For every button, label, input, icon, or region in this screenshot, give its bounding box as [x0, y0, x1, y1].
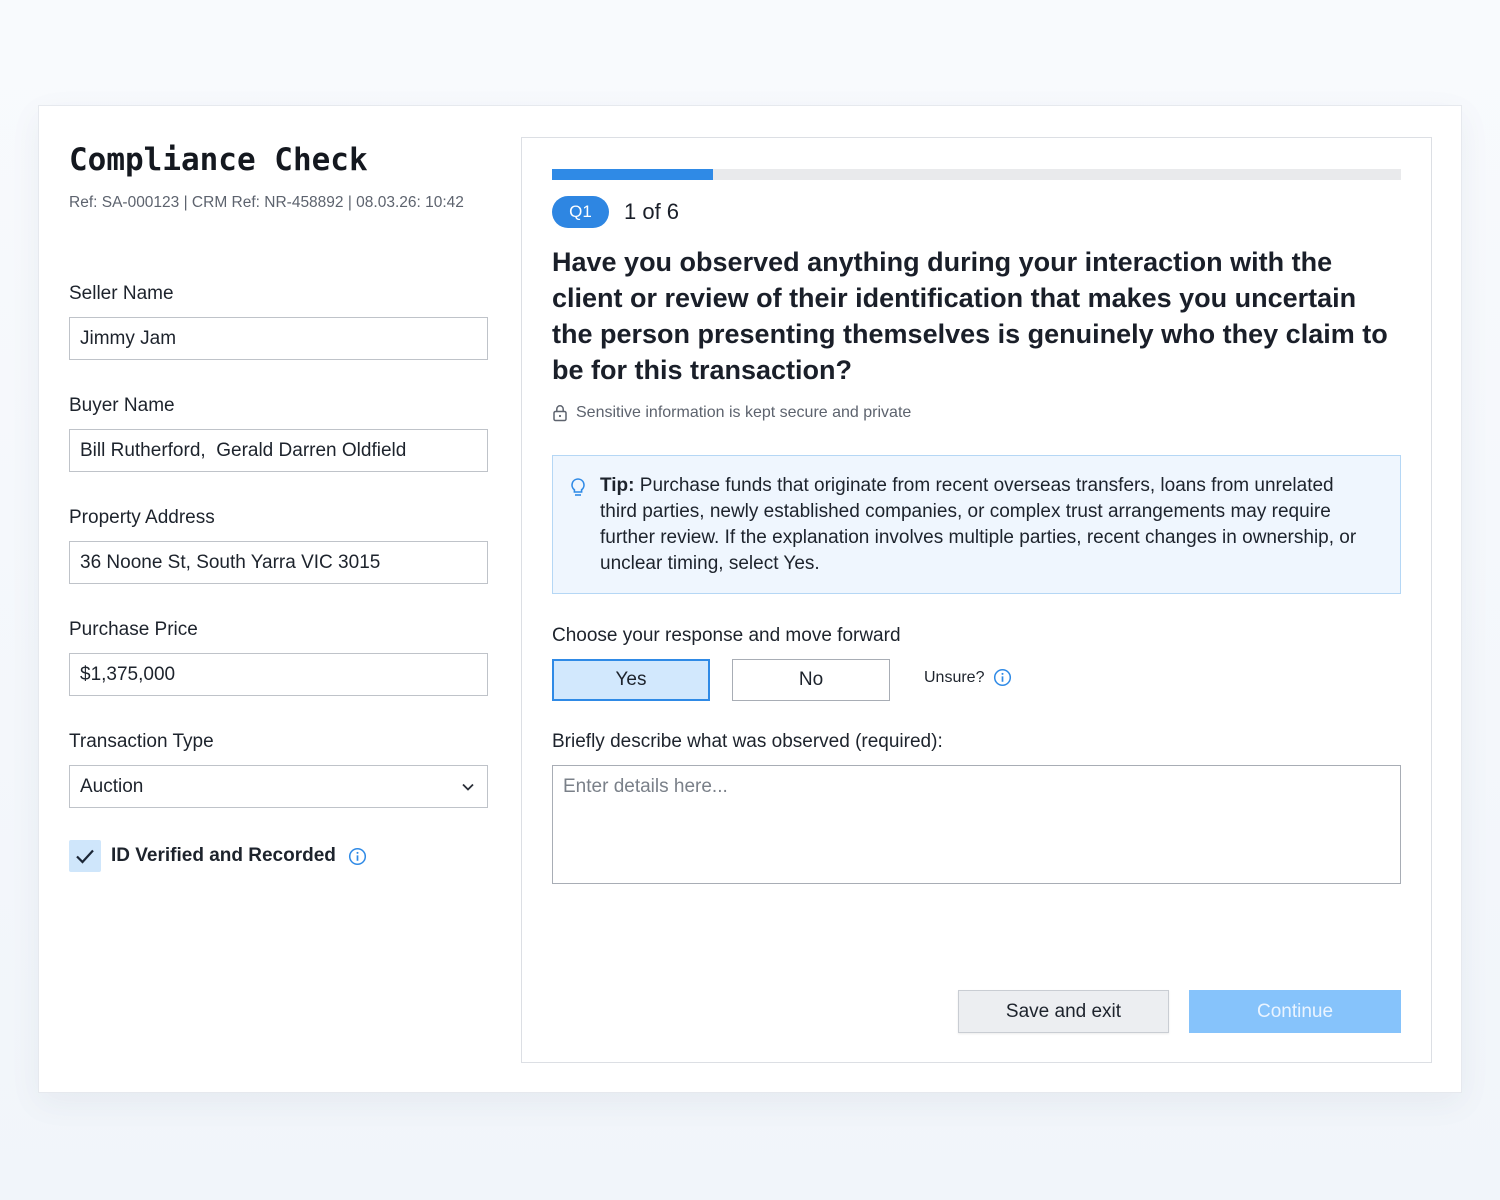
save-and-exit-button[interactable]: Save and exit	[958, 990, 1169, 1033]
tip-text: Purchase funds that originate from recen…	[600, 475, 1357, 574]
buyer-name-field[interactable]: Bill Rutherford, Gerald Darren Oldfield	[69, 429, 488, 472]
seller-name-value: Jimmy Jam	[80, 327, 177, 349]
no-button[interactable]: No	[732, 659, 890, 701]
transaction-type-select[interactable]: Auction	[69, 765, 488, 808]
purchase-price-value: $1,375,000	[80, 663, 176, 685]
id-verified-label: ID Verified and Recorded	[111, 845, 336, 866]
info-icon	[994, 668, 1012, 687]
lock-icon	[553, 405, 567, 422]
transaction-type-label: Transaction Type	[69, 731, 214, 752]
id-verified-row: ID Verified and Recorded	[69, 840, 367, 872]
tip-label: Tip:	[600, 475, 635, 496]
property-address-value: 36 Noone St, South Yarra VIC 3015	[80, 551, 381, 573]
page-title: Compliance Check	[69, 142, 368, 178]
secure-note-text: Sensitive information is kept secure and…	[576, 404, 912, 421]
choose-response-label: Choose your response and move forward	[552, 625, 901, 646]
details-placeholder: Enter details here...	[563, 776, 728, 797]
tip-box: Tip: Purchase funds that originate from …	[552, 455, 1401, 594]
compliance-card: Compliance Check Ref: SA-000123 | CRM Re…	[38, 105, 1462, 1093]
question-panel: Q1 1 of 6 Have you observed anything dur…	[521, 137, 1432, 1063]
property-address-label: Property Address	[69, 507, 215, 528]
details-textarea[interactable]: Enter details here...	[552, 765, 1401, 884]
reference-meta: Ref: SA-000123 | CRM Ref: NR-458892 | 08…	[69, 194, 464, 211]
id-verified-checkbox[interactable]	[69, 840, 101, 872]
unsure-label: Unsure?	[924, 668, 985, 686]
question-badge: Q1	[552, 196, 609, 228]
progress-fill	[552, 169, 714, 180]
purchase-price-field[interactable]: $1,375,000	[69, 653, 488, 696]
lightbulb-icon	[571, 478, 585, 496]
unsure-link[interactable]: Unsure?	[924, 668, 1012, 687]
info-icon[interactable]	[348, 847, 367, 866]
progress-bar	[552, 169, 1401, 180]
transaction-type-value: Auction	[80, 775, 144, 797]
continue-button[interactable]: Continue	[1189, 990, 1401, 1033]
checkmark-icon	[76, 849, 94, 864]
chevron-down-icon	[462, 783, 474, 791]
buyer-name-label: Buyer Name	[69, 395, 175, 416]
question-text: Have you observed anything during your i…	[552, 247, 1388, 385]
seller-name-label: Seller Name	[69, 283, 174, 304]
property-address-field[interactable]: 36 Noone St, South Yarra VIC 3015	[69, 541, 488, 584]
yes-button[interactable]: Yes	[552, 659, 710, 701]
purchase-price-label: Purchase Price	[69, 619, 198, 640]
describe-label: Briefly describe what was observed (requ…	[552, 731, 943, 752]
question-count: 1 of 6	[624, 199, 680, 224]
secure-note: Sensitive information is kept secure and…	[552, 404, 911, 422]
seller-name-field[interactable]: Jimmy Jam	[69, 317, 488, 360]
buyer-name-value: Bill Rutherford, Gerald Darren Oldfield	[80, 439, 407, 461]
